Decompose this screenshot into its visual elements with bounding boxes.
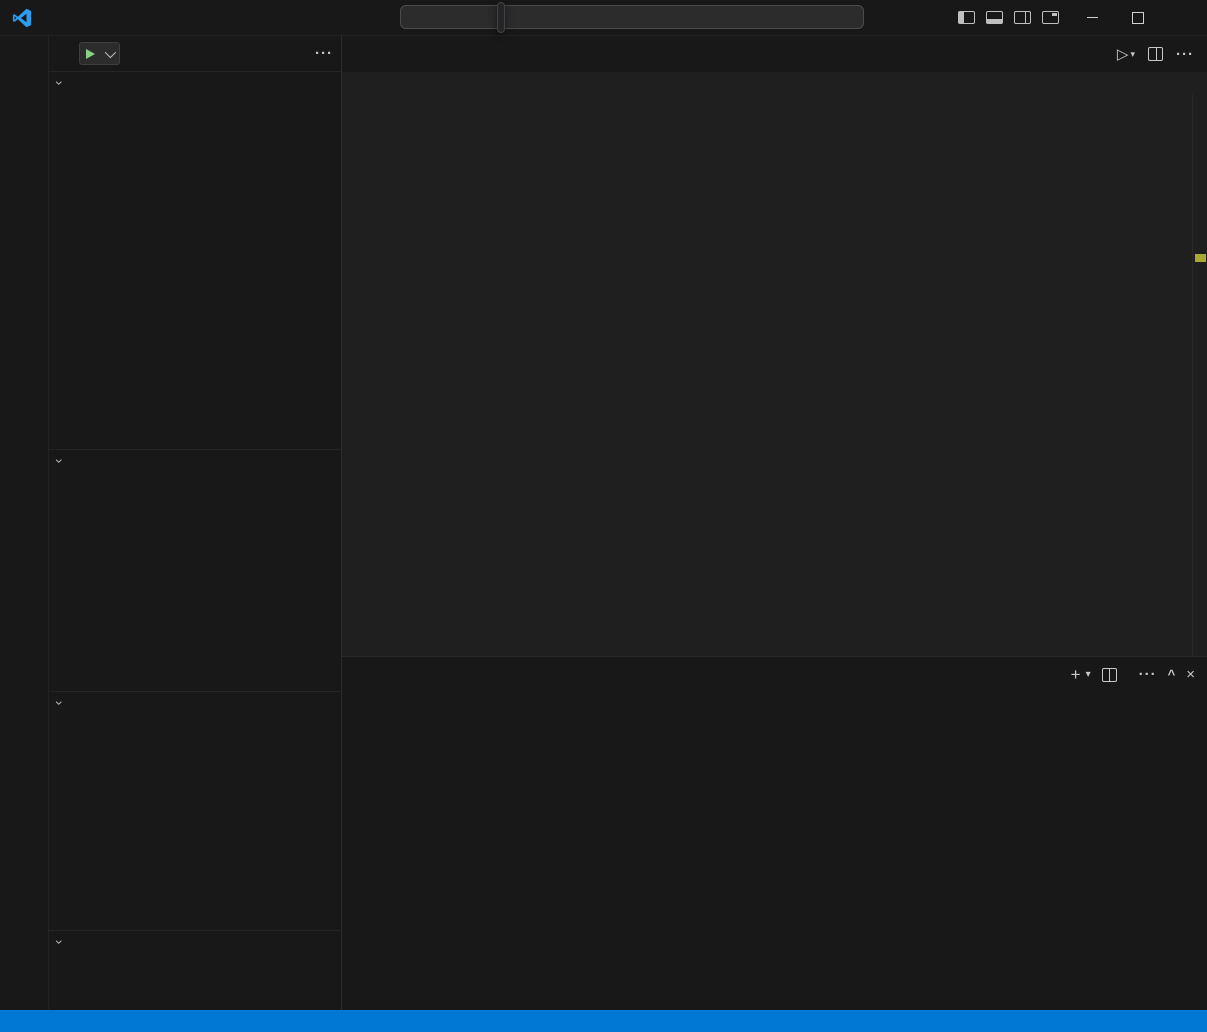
vscode-window: ··· › › ›: [0, 0, 1207, 1032]
close-button[interactable]: [1161, 0, 1207, 35]
split-editor-icon[interactable]: [1148, 47, 1163, 61]
chevron-icon: ›: [52, 453, 68, 469]
workbench: ··· › › ›: [0, 36, 1207, 1010]
code-editor[interactable]: [342, 94, 1207, 656]
editor-more-actions-icon[interactable]: ···: [1176, 46, 1194, 63]
call-stack-section-header[interactable]: ›: [49, 692, 341, 714]
code-lines[interactable]: [342, 96, 1097, 656]
toggle-secondary-sidebar-icon[interactable]: [1014, 11, 1031, 24]
customize-layout-icon[interactable]: [1042, 11, 1059, 24]
panel-actions: + ▾ ··· ^ ×: [1050, 665, 1195, 685]
editor-tab-bar: ▷▾ ···: [342, 36, 1207, 72]
bottom-panel: + ▾ ··· ^ ×: [342, 656, 1207, 1010]
layout-controls: [958, 0, 1059, 35]
debug-toolbar: [497, 2, 505, 33]
launch-configuration-picker[interactable]: [79, 42, 120, 65]
variables-section: ›: [49, 71, 341, 449]
chevron-icon: ›: [52, 75, 68, 91]
run-java-button[interactable]: ▷▾: [1117, 45, 1135, 63]
activity-bar: [0, 36, 49, 1010]
terminal-output[interactable]: [342, 692, 1207, 1010]
toggle-panel-icon[interactable]: [986, 11, 1003, 24]
terminal-dropdown-chevron-icon[interactable]: ▾: [1086, 669, 1091, 680]
sidebar-header-actions: ···: [303, 45, 333, 62]
toggle-sidebar-icon[interactable]: [958, 11, 975, 24]
chevron-icon: ›: [52, 695, 68, 711]
panel-tab-bar: + ▾ ··· ^ ×: [342, 657, 1207, 692]
sidebar-run-and-debug: ··· › › ›: [49, 36, 342, 1010]
debug-line-marker: [1195, 254, 1206, 262]
status-bar: [0, 1010, 1207, 1032]
tabbar-filler: [342, 36, 1104, 72]
editor-group: ▷▾ ···: [342, 36, 1207, 1010]
breakpoints-section: ›: [49, 930, 341, 1010]
call-stack-tree: [49, 714, 341, 930]
more-actions-icon[interactable]: ···: [315, 45, 333, 62]
window-controls: [1069, 0, 1207, 35]
command-center-search[interactable]: [400, 5, 864, 29]
minimap[interactable]: [1097, 96, 1193, 656]
title-bar: [0, 0, 1207, 36]
breakpoints-section-header[interactable]: ›: [49, 931, 341, 953]
maximize-panel-icon[interactable]: ^: [1168, 667, 1176, 682]
chevron-icon: ›: [52, 934, 68, 950]
sidebar-header: ···: [49, 36, 341, 71]
maximize-button[interactable]: [1115, 0, 1161, 35]
start-debugging-icon[interactable]: [86, 49, 95, 59]
new-terminal-button[interactable]: +: [1071, 665, 1081, 685]
breadcrumb: [342, 72, 1207, 94]
split-terminal-icon[interactable]: [1102, 668, 1117, 682]
minimize-button[interactable]: [1069, 0, 1115, 35]
close-panel-icon[interactable]: ×: [1186, 666, 1195, 683]
watch-section-header[interactable]: ›: [49, 450, 341, 472]
watch-section: ›: [49, 449, 341, 691]
variables-section-header[interactable]: ›: [49, 72, 341, 94]
overview-ruler[interactable]: [1192, 94, 1207, 656]
chevron-down-icon: [105, 46, 116, 57]
vscode-logo-icon: [12, 8, 32, 28]
call-stack-section: ›: [49, 691, 341, 930]
panel-more-actions-icon[interactable]: ···: [1139, 666, 1157, 683]
editor-actions: ▷▾ ···: [1104, 36, 1207, 72]
